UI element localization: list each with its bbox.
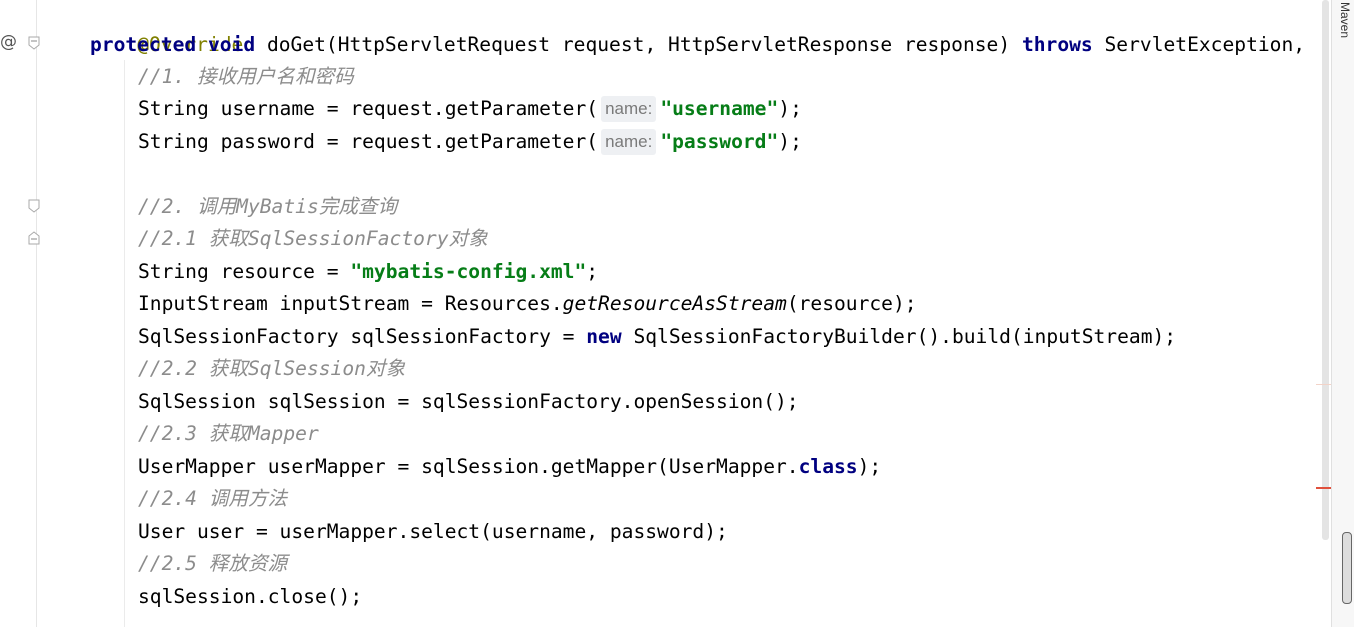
- code-comment: //2.2 获取SqlSession对象: [138, 357, 406, 380]
- code-text: );: [778, 130, 802, 153]
- code-text: );: [778, 97, 802, 120]
- code-comment: //2.5 释放资源: [138, 552, 288, 575]
- code-line-open-session: SqlSession sqlSession = sqlSessionFactor…: [138, 390, 799, 413]
- code-text: ;: [586, 260, 599, 283]
- code-text: String username = request.getParameter(: [138, 97, 599, 120]
- right-tool-window-bar: Maven: [1331, 0, 1354, 627]
- code-line-method-signature: protected void doGet(HttpServletRequest …: [90, 29, 1305, 61]
- code-text: String resource =: [138, 260, 351, 283]
- keyword-token: void: [207, 33, 256, 56]
- keyword-token: throws: [1021, 33, 1093, 56]
- parameter-hint: name:: [601, 96, 657, 122]
- editor-scrollbar-thumb[interactable]: [1322, 0, 1329, 540]
- code-text: ServletException,: [1104, 33, 1306, 56]
- code-line-input-stream: InputStream inputStream = Resources.getR…: [138, 288, 917, 320]
- scrollbar-warning-marker[interactable]: [1316, 384, 1332, 385]
- code-line-close: sqlSession.close();: [138, 585, 363, 608]
- code-comment: //2. 调用MyBatis完成查询: [138, 195, 398, 218]
- tool-bar-scroll-thumb[interactable]: [1342, 532, 1352, 604]
- string-token: "password": [660, 130, 779, 153]
- code-text: UserMapper userMapper = sqlSession.getMa…: [138, 455, 799, 478]
- code-line-session-factory: SqlSessionFactory sqlSessionFactory = ne…: [138, 321, 1176, 353]
- code-line-override: @Override: [90, 0, 243, 56]
- string-token: "username": [660, 97, 779, 120]
- parameter-hint: name:: [601, 129, 657, 155]
- code-line-password: String password = request.getParameter(n…: [138, 126, 802, 158]
- code-line-username: String username = request.getParameter(n…: [138, 93, 802, 125]
- code-text: (resource);: [786, 292, 917, 315]
- keyword-token: class: [798, 455, 858, 478]
- scrollbar-error-marker[interactable]: [1316, 487, 1332, 489]
- code-comment: //1. 接收用户名和密码: [138, 65, 354, 88]
- code-editor[interactable]: @Override protected void doGet(HttpServl…: [36, 0, 1332, 627]
- override-gutter-icon[interactable]: @: [0, 32, 17, 52]
- code-line-get-mapper: UserMapper userMapper = sqlSession.getMa…: [138, 451, 881, 483]
- code-text: String password = request.getParameter(: [138, 130, 599, 153]
- string-token: "mybatis-config.xml": [350, 260, 587, 283]
- code-comment: //2.3 获取Mapper: [138, 422, 319, 445]
- editor-gutter[interactable]: @: [0, 0, 40, 627]
- code-line-resource: String resource = "mybatis-config.xml";: [138, 256, 598, 288]
- code-text: InputStream inputStream = Resources.: [138, 292, 563, 315]
- code-comment: //2.4 调用方法: [138, 487, 288, 510]
- code-text: doGet(HttpServletRequest request, HttpSe…: [266, 33, 1011, 56]
- indent-guide: [124, 60, 125, 627]
- maven-tool-window-button[interactable]: Maven: [1338, 0, 1352, 38]
- static-method-token: getResourceAsStream: [562, 292, 787, 315]
- code-text: SqlSessionFactory sqlSessionFactory =: [138, 325, 587, 348]
- code-text: SqlSessionFactoryBuilder().build(inputSt…: [621, 325, 1177, 348]
- code-line-select: User user = userMapper.select(username, …: [138, 520, 728, 543]
- keyword-token: new: [586, 325, 622, 348]
- keyword-token: protected: [90, 33, 197, 56]
- code-text: );: [857, 455, 882, 478]
- code-comment: //2.1 获取SqlSessionFactory对象: [138, 227, 488, 250]
